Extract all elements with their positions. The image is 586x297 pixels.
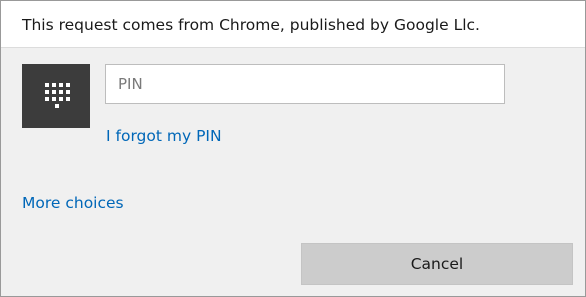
more-choices-link[interactable]: More choices (22, 194, 124, 212)
forgot-pin-link[interactable]: I forgot my PIN (106, 127, 222, 145)
pin-input[interactable] (105, 64, 505, 104)
request-source-text: This request comes from Chrome, publishe… (22, 16, 480, 34)
keypad-icon (45, 83, 70, 108)
pin-tile (22, 64, 90, 128)
cancel-button[interactable]: Cancel (301, 243, 573, 285)
dialog-header: This request comes from Chrome, publishe… (1, 1, 585, 48)
security-dialog: This request comes from Chrome, publishe… (0, 0, 586, 297)
